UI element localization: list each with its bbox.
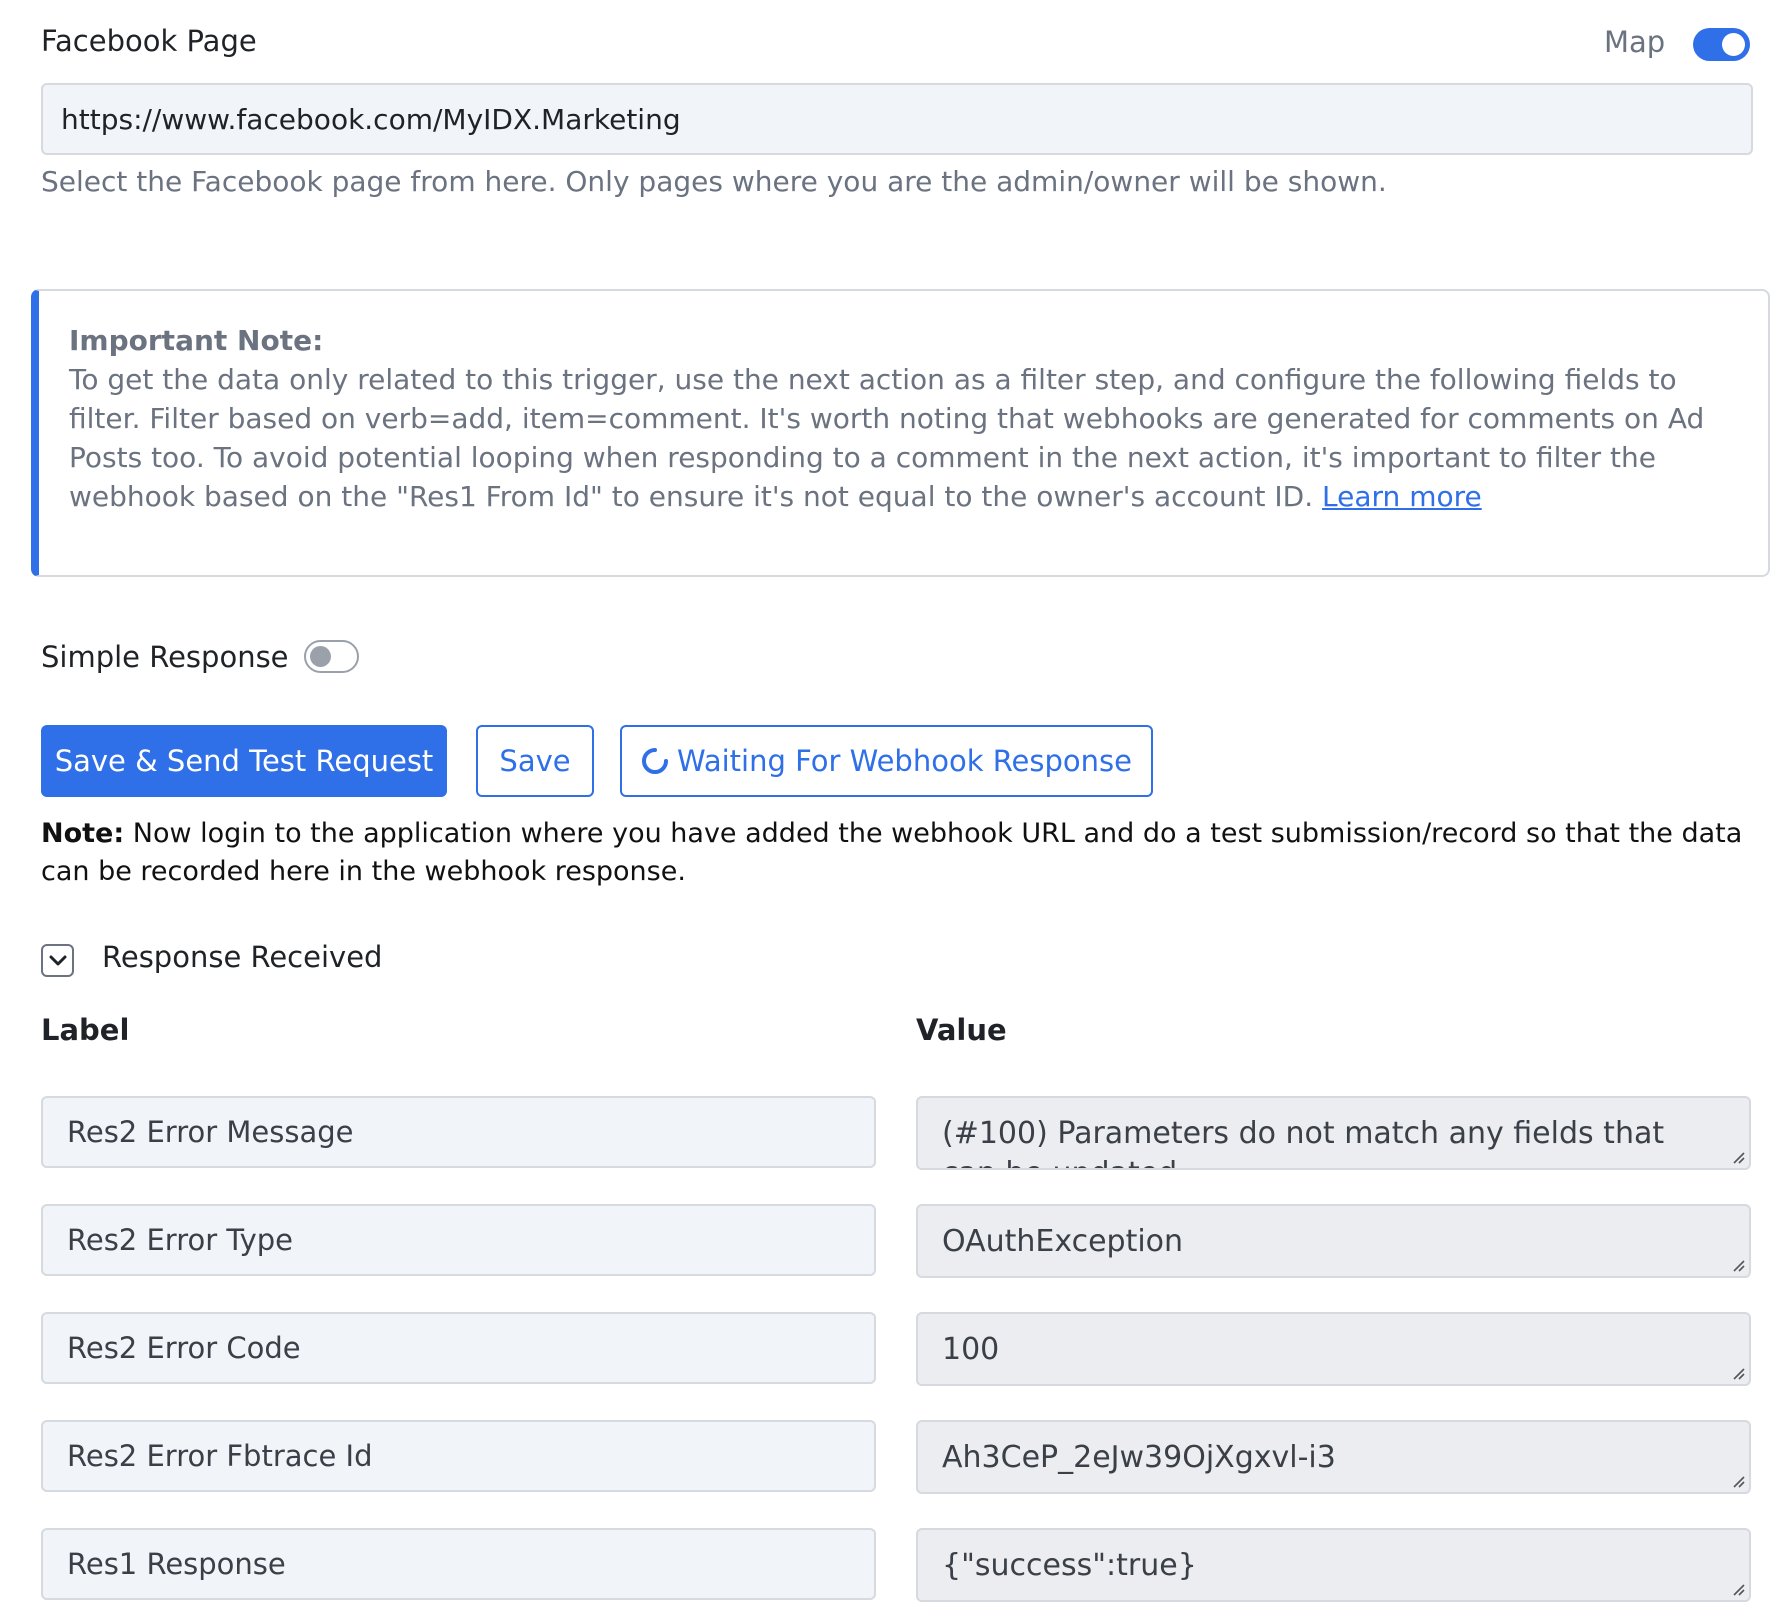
response-value-text: {"success":true}: [942, 1548, 1197, 1583]
waiting-webhook-label: Waiting For Webhook Response: [677, 744, 1132, 778]
important-note-box: Important Note: To get the data only rel…: [31, 289, 1770, 577]
note-prefix: Note:: [41, 818, 125, 849]
important-note-title: Important Note:: [69, 324, 324, 357]
response-label-text: Res2 Error Fbtrace Id: [67, 1439, 373, 1473]
note-text: Now login to the application where you h…: [41, 818, 1743, 887]
response-value-text: OAuthException: [942, 1224, 1184, 1259]
toggle-knob: [310, 646, 331, 667]
label-column-header: Label: [41, 1013, 130, 1047]
chevron-down-icon: [49, 955, 66, 965]
map-toggle[interactable]: [1693, 28, 1750, 61]
facebook-page-input[interactable]: https://www.facebook.com/MyIDX.Marketing: [41, 83, 1753, 155]
response-value-field[interactable]: (#100) Parameters do not match any field…: [916, 1096, 1751, 1170]
response-value-text: 100: [942, 1332, 1000, 1367]
resize-handle-icon[interactable]: [1731, 1150, 1745, 1164]
response-label-text: Res1 Response: [67, 1547, 286, 1581]
response-value-field[interactable]: OAuthException: [916, 1204, 1751, 1278]
response-label-field[interactable]: Res1 Response: [41, 1528, 876, 1600]
webhook-note: Note: Now login to the application where…: [41, 815, 1756, 891]
response-value-field[interactable]: 100: [916, 1312, 1751, 1386]
response-value-text: (#100) Parameters do not match any field…: [942, 1116, 1665, 1168]
facebook-page-help: Select the Facebook page from here. Only…: [41, 165, 1387, 198]
learn-more-link[interactable]: Learn more: [1322, 480, 1482, 513]
response-received-title: Response Received: [102, 940, 383, 974]
response-label-field[interactable]: Res2 Error Fbtrace Id: [41, 1420, 876, 1492]
response-collapse-toggle[interactable]: [41, 944, 74, 977]
response-label-field[interactable]: Res2 Error Message: [41, 1096, 876, 1168]
response-label-text: Res2 Error Code: [67, 1331, 301, 1365]
response-label-field[interactable]: Res2 Error Code: [41, 1312, 876, 1384]
resize-handle-icon[interactable]: [1731, 1366, 1745, 1380]
save-button[interactable]: Save: [476, 725, 594, 797]
response-label-text: Res2 Error Type: [67, 1223, 293, 1257]
response-label-text: Res2 Error Message: [67, 1115, 354, 1149]
map-label: Map: [1604, 25, 1666, 59]
waiting-webhook-button[interactable]: Waiting For Webhook Response: [620, 725, 1153, 797]
toggle-knob: [1722, 33, 1745, 56]
resize-handle-icon[interactable]: [1731, 1258, 1745, 1272]
resize-handle-icon[interactable]: [1731, 1474, 1745, 1488]
value-column-header: Value: [916, 1013, 1007, 1047]
response-value-field[interactable]: Ah3CeP_2eJw39OjXgxvl-i3: [916, 1420, 1751, 1494]
facebook-page-label: Facebook Page: [41, 24, 257, 58]
spinner-icon: [642, 748, 668, 774]
simple-response-toggle[interactable]: [304, 640, 359, 673]
facebook-page-value: https://www.facebook.com/MyIDX.Marketing: [61, 102, 681, 136]
response-value-text: Ah3CeP_2eJw39OjXgxvl-i3: [942, 1440, 1336, 1475]
save-send-test-request-button[interactable]: Save & Send Test Request: [41, 725, 447, 797]
response-value-field[interactable]: {"success":true}: [916, 1528, 1751, 1602]
resize-handle-icon[interactable]: [1731, 1582, 1745, 1596]
simple-response-label: Simple Response: [41, 640, 289, 674]
response-label-field[interactable]: Res2 Error Type: [41, 1204, 876, 1276]
